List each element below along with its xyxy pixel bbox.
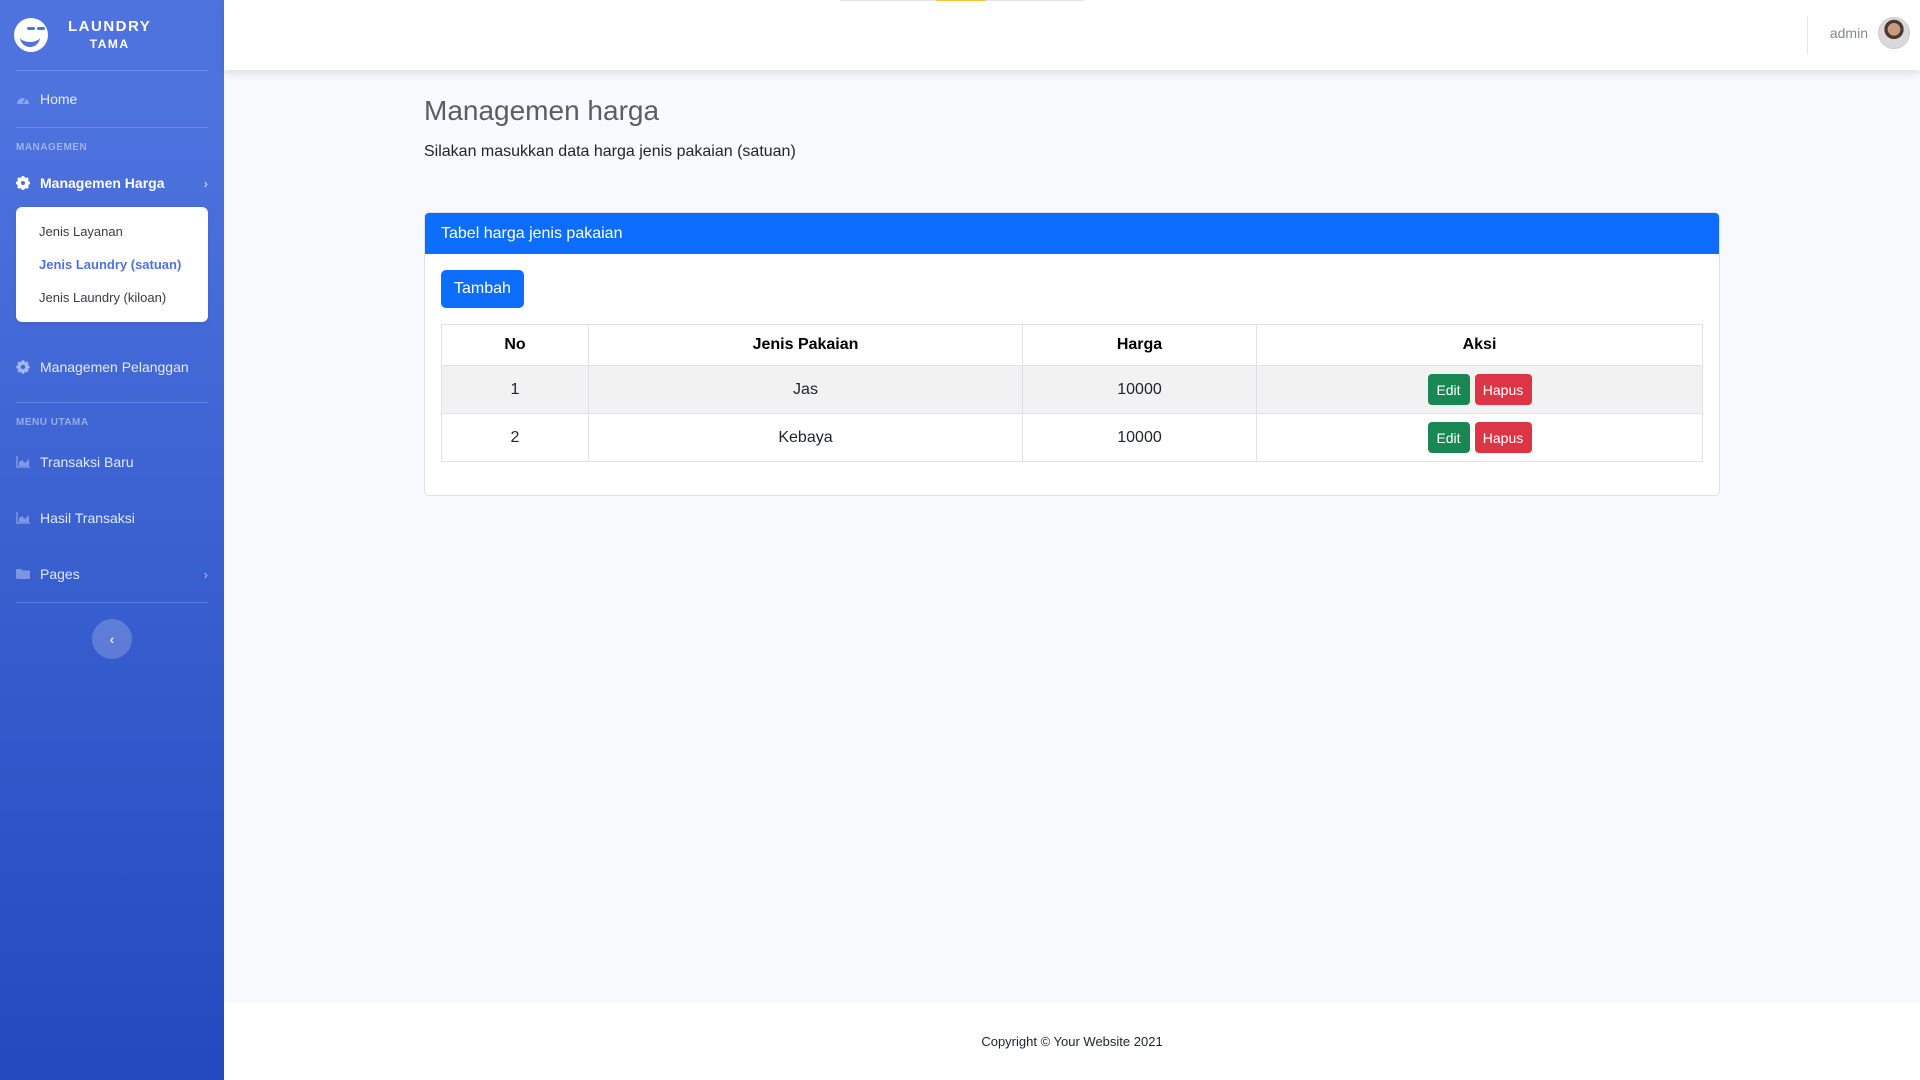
sidebar-item-managemen-harga[interactable]: Managemen Harga › [0,159,224,207]
folder-icon [16,567,30,581]
brand-text: LAUNDRY TAMA [68,18,151,52]
gear-icon [16,360,30,374]
sidebar-item-managemen-pelanggan[interactable]: Managemen Pelanggan [0,332,224,402]
sidebar-heading-managemen: MANAGEMEN [16,142,88,153]
cell-harga: 10000 [1022,365,1257,414]
table-row: 2 Kebaya 10000 Edit Hapus [441,413,1703,462]
user-dropdown[interactable]: admin [1830,17,1910,49]
edit-button[interactable]: Edit [1427,422,1470,453]
gear-icon [16,176,30,190]
footer: Copyright © Your Website 2021 [224,1003,1920,1080]
column-header-aksi: Aksi [1256,324,1703,366]
delete-button[interactable]: Hapus [1474,422,1532,453]
submenu-managemen-harga: Jenis Layanan Jenis Laundry (satuan) Jen… [16,207,208,322]
price-table-card: Tabel harga jenis pakaian Tambah No Jeni… [424,212,1720,496]
submenu-item-jenis-layanan[interactable]: Jenis Layanan [16,215,208,248]
sidebar-item-home[interactable]: Home [0,71,224,127]
sidebar-item-label: Managemen Harga [40,175,165,191]
card-body: Tambah No Jenis Pakaian Harga Aksi 1 Jas… [425,254,1719,495]
main-content: Managemen harga Silakan masukkan data ha… [424,95,1720,496]
action-group: Edit Hapus [1257,422,1702,453]
topbar: admin [224,0,1920,70]
sidebar-item-label: Pages [40,566,80,582]
brand-line1: LAUNDRY [68,18,152,36]
cell-no: 2 [441,413,589,462]
sidebar-divider [16,602,208,603]
sidebar-item-label: Managemen Pelanggan [40,359,189,375]
sidebar-item-label: Home [40,91,78,107]
chart-area-icon [16,511,30,525]
page-title: Managemen harga [424,95,660,126]
cell-aksi: Edit Hapus [1256,365,1703,414]
page-subtitle: Silakan masukkan data harga jenis pakaia… [424,143,796,160]
chevron-left-icon: ‹ [109,631,115,647]
copyright-text: Copyright © Your Website 2021 [981,1034,1163,1049]
table-header-row: No Jenis Pakaian Harga Aksi [441,324,1703,366]
cell-harga: 10000 [1022,413,1257,462]
avatar [1878,17,1910,49]
chevron-right-icon: › [203,175,208,191]
chevron-right-icon: › [203,566,208,582]
sidebar-heading-menu-utama: MENU UTAMA [16,417,89,428]
sidebar-item-label: Transaksi Baru [40,454,134,470]
user-name: admin [1829,25,1868,41]
submenu-item-jenis-laundry-satuan[interactable]: Jenis Laundry (satuan) [16,248,208,281]
chart-area-icon [16,455,30,469]
action-group: Edit Hapus [1257,374,1702,405]
cell-aksi: Edit Hapus [1256,413,1703,462]
brand[interactable]: LAUNDRY TAMA [0,0,224,70]
sidebar-item-hasil-transaksi[interactable]: Hasil Transaksi [0,490,224,546]
topbar-divider [1807,16,1808,54]
cell-no: 1 [441,365,589,414]
sidebar-toggle-button[interactable]: ‹ [92,619,132,659]
price-table: No Jenis Pakaian Harga Aksi 1 Jas 10000 … [441,324,1703,462]
sidebar-item-transaksi-baru[interactable]: Transaksi Baru [0,434,224,490]
dashboard-icon [16,92,30,106]
laugh-wink-icon [14,18,48,52]
delete-button[interactable]: Hapus [1474,374,1532,405]
table-row: 1 Jas 10000 Edit Hapus [441,365,1703,414]
edit-button[interactable]: Edit [1427,374,1470,405]
card-header: Tabel harga jenis pakaian [425,213,1719,254]
submenu-item-jenis-laundry-kiloan[interactable]: Jenis Laundry (kiloan) [16,281,208,314]
sidebar-item-label: Hasil Transaksi [40,510,135,526]
sidebar: LAUNDRY TAMA Home MANAGEMEN Managemen Ha… [0,0,224,1080]
cell-jenis-pakaian: Kebaya [588,413,1023,462]
column-header-no: No [441,324,589,366]
column-header-harga: Harga [1022,324,1257,366]
topbar-accent-line [840,0,1084,1]
add-button[interactable]: Tambah [441,270,524,308]
brand-line2: TAMA [89,36,130,51]
column-header-jenis-pakaian: Jenis Pakaian [588,324,1023,366]
cell-jenis-pakaian: Jas [588,365,1023,414]
sidebar-item-pages[interactable]: Pages › [0,546,224,602]
